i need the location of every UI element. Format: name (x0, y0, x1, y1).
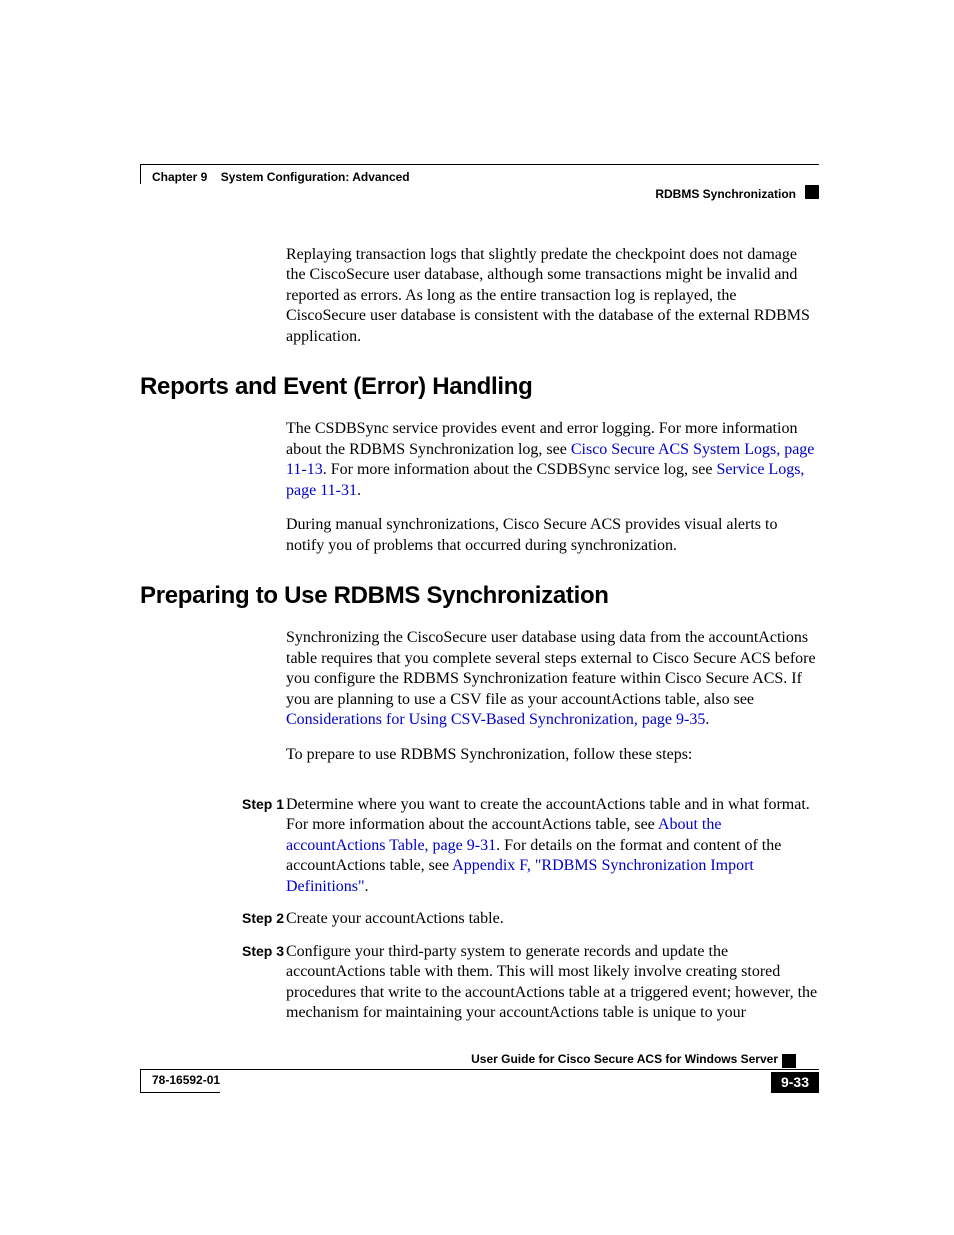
step-row: Step 2 Create your accountActions table. (242, 909, 819, 929)
heading-reports: Reports and Event (Error) Handling (140, 373, 819, 401)
reports-paragraph-1: The CSDBSync service provides event and … (286, 419, 819, 501)
footer-endcap-icon (782, 1054, 796, 1068)
steps-list: Step 1 Determine where you want to creat… (242, 795, 819, 1024)
chapter-title: System Configuration: Advanced (221, 170, 410, 184)
step-row: Step 1 Determine where you want to creat… (242, 795, 819, 897)
footer-rule (140, 1069, 819, 1070)
footer-bracket-icon (140, 1070, 141, 1093)
step-row: Step 3 Configure your third-party system… (242, 942, 819, 1024)
intro-paragraph: Replaying transaction logs that slightly… (286, 245, 819, 347)
step-label: Step 2 (242, 909, 286, 929)
footer-doc-number: 78-16592-01 (152, 1073, 220, 1087)
text: Determine where you want to create the a… (286, 796, 810, 833)
header-endcap-icon (805, 185, 819, 199)
page: Chapter 9 System Configuration: Advanced… (0, 0, 954, 1235)
header-left-bar (140, 164, 141, 184)
prepare-paragraph-2: To prepare to use RDBMS Synchronization,… (286, 745, 819, 765)
step-label: Step 1 (242, 795, 286, 897)
header-section-title: RDBMS Synchronization (655, 187, 796, 201)
prepare-paragraph-1: Synchronizing the CiscoSecure user datab… (286, 628, 819, 730)
text: Synchronizing the CiscoSecure user datab… (286, 629, 816, 707)
footer-book-title: User Guide for Cisco Secure ACS for Wind… (471, 1052, 778, 1066)
chapter-label: Chapter 9 (152, 170, 207, 184)
footer-bracket-icon (140, 1092, 220, 1093)
header-chapter: Chapter 9 System Configuration: Advanced (152, 170, 410, 184)
text: Create your accountActions table. (286, 910, 504, 927)
step-body: Configure your third-party system to gen… (286, 942, 819, 1024)
text: Configure your third-party system to gen… (286, 943, 817, 1021)
text: . (365, 878, 369, 895)
header-rule (140, 164, 819, 165)
reports-paragraph-2: During manual synchronizations, Cisco Se… (286, 515, 819, 556)
content-area: Replaying transaction logs that slightly… (140, 245, 819, 1036)
footer-page-number: 9-33 (771, 1072, 819, 1093)
text: . (705, 711, 709, 728)
text: . (357, 482, 361, 499)
step-body: Determine where you want to create the a… (286, 795, 819, 897)
link-csv-considerations[interactable]: Considerations for Using CSV-Based Synch… (286, 711, 705, 728)
text: . For more information about the CSDBSyn… (323, 461, 717, 478)
step-label: Step 3 (242, 942, 286, 1024)
step-body: Create your accountActions table. (286, 909, 504, 929)
heading-preparing: Preparing to Use RDBMS Synchronization (140, 582, 819, 610)
